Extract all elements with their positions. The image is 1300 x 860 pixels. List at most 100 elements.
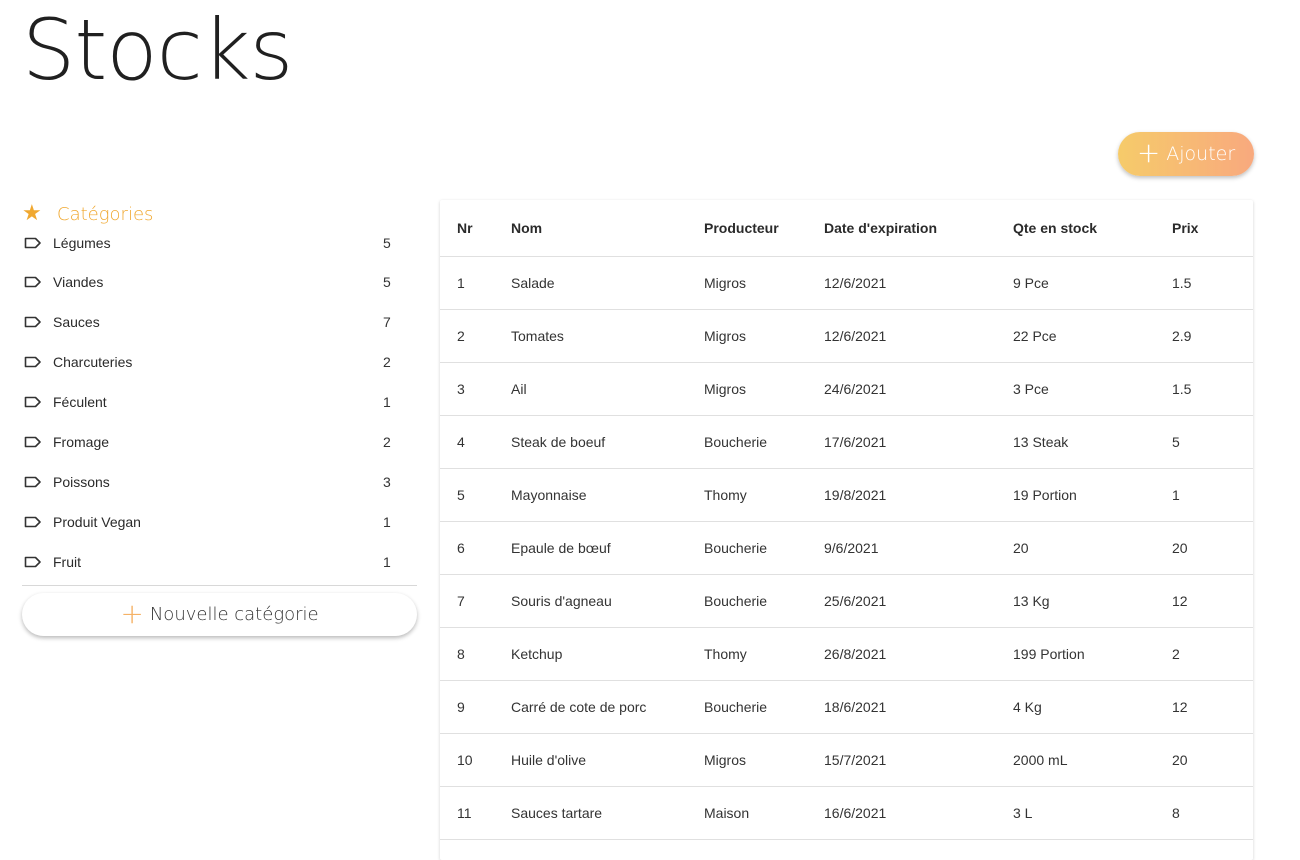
cell-producteur: Boucherie [704,521,824,575]
cell-qte-stock: 2000 mL [1013,733,1172,787]
table-row[interactable]: 10 Huile d'olive Migros 15/7/2021 2000 mL 20 [440,733,1253,787]
column-header-nom[interactable]: Nom [511,200,704,257]
label-tag-icon [24,316,41,328]
table-row[interactable]: 3 Ail Migros 24/6/2021 3 Pce 1.5 [440,362,1253,416]
cell-date-expiration: 17/6/2021 [824,415,1013,469]
category-label: Fruit [53,554,81,570]
cell-nr: 11 [440,786,511,840]
cell-prix: 8 [1172,786,1253,840]
category-item[interactable]: Fromage 2 [22,422,417,462]
category-count: 1 [383,554,391,570]
category-count: 5 [383,235,391,251]
category-list: Légumes 5 Viandes 5 Sauces 7 Charcuteries 2 Fécu… [22,224,417,582]
table-row[interactable]: 5 Mayonnaise Thomy 19/8/2021 19 Portion 1 [440,468,1253,522]
table-row[interactable]: 4 Steak de boeuf Boucherie 17/6/2021 13 Stea… [440,415,1253,469]
cell-prix: 12 [1172,574,1253,628]
cell-nr: 8 [440,627,511,681]
cell-prix: 1.5 [1172,256,1253,310]
divider [22,585,417,586]
column-header-producteur[interactable]: Producteur [704,200,824,257]
cell-nr: 7 [440,574,511,628]
cell-producteur: Boucherie [704,680,824,734]
table-row[interactable]: 8 Ketchup Thomy 26/8/2021 199 Portion 2 [440,627,1253,681]
cell-producteur: Thomy [704,627,824,681]
cell-nom: Souris d'agneau [511,574,704,628]
table-row[interactable]: 6 Epaule de bœuf Boucherie 9/6/2021 20 20 [440,521,1253,575]
cell-producteur: Maison [704,786,824,840]
cell-date-expiration: 9/6/2021 [824,521,1013,575]
category-item[interactable]: Charcuteries 2 [22,342,417,382]
category-label: Légumes [53,235,111,251]
cell-prix: 2.9 [1172,309,1253,363]
category-item[interactable]: Légumes 5 [22,224,417,262]
cell-producteur: Boucherie [704,574,824,628]
category-label: Poissons [53,474,110,490]
cell-nom: Ail [511,362,704,416]
category-count: 7 [383,314,391,330]
cell-producteur: Boucherie [704,415,824,469]
cell-nom: Mayonnaise [511,468,704,522]
table-body: 1 Salade Migros 12/6/2021 9 Pce 1.5 2 Tomates Mi… [440,256,1253,840]
category-count: 2 [383,434,391,450]
category-item[interactable]: Poissons 3 [22,462,417,502]
plus-icon: + [1136,136,1161,169]
cell-date-expiration: 16/6/2021 [824,786,1013,840]
cell-qte-stock: 199 Portion [1013,627,1172,681]
cell-nom: Salade [511,256,704,310]
page-title: Stocks [22,1,293,99]
label-tag-icon [24,237,41,249]
table-row[interactable]: 1 Salade Migros 12/6/2021 9 Pce 1.5 [440,256,1253,310]
new-category-label: Nouvelle catégorie [149,604,319,625]
add-button[interactable]: + Ajouter [1118,132,1254,176]
new-category-button[interactable]: + Nouvelle catégorie [22,593,417,636]
table-row[interactable]: 11 Sauces tartare Maison 16/6/2021 3 L8 [440,786,1253,840]
column-header-qte-stock[interactable]: Qte en stock [1013,200,1172,257]
cell-producteur: Migros [704,733,824,787]
category-item[interactable]: Féculent 1 [22,382,417,422]
category-count: 1 [383,514,391,530]
category-item[interactable]: Produit Vegan 1 [22,502,417,542]
category-label: Féculent [53,394,107,410]
cell-qte-stock: 20 [1013,521,1172,575]
cell-prix: 1.5 [1172,362,1253,416]
label-tag-icon [24,396,41,408]
cell-date-expiration: 12/6/2021 [824,256,1013,310]
cell-nr: 2 [440,309,511,363]
label-tag-icon [24,516,41,528]
stock-table-card: Nr Nom Producteur Date d'expiration Qte en s… [440,200,1253,860]
cell-prix: 20 [1172,733,1253,787]
cell-date-expiration: 18/6/2021 [824,680,1013,734]
category-label: Fromage [53,434,110,450]
category-item[interactable]: Sauces 7 [22,302,417,342]
label-tag-icon [24,476,41,488]
cell-nr: 1 [440,256,511,310]
category-item[interactable]: Fruit 1 [22,542,417,582]
cell-qte-stock: 19 Portion [1013,468,1172,522]
label-tag-icon [24,276,41,288]
cell-date-expiration: 25/6/2021 [824,574,1013,628]
cell-nr: 3 [440,362,511,416]
category-sidebar: ★ Catégories Légumes 5 Viandes 5 Sauces 7 Char… [22,198,417,636]
cell-qte-stock: 4 Kg [1013,680,1172,734]
label-tag-icon [24,436,41,448]
cell-prix: 5 [1172,415,1253,469]
column-header-date-expiration[interactable]: Date d'expiration [824,200,1013,257]
category-count: 2 [383,354,391,370]
category-label: Produit Vegan [53,514,141,530]
category-count: 3 [383,474,391,490]
category-count: 1 [383,394,391,410]
cell-nr: 9 [440,680,511,734]
cell-nr: 4 [440,415,511,469]
table-row[interactable]: 9 Carré de cote de porc Boucherie 18/6/2021… [440,680,1253,734]
category-count: 5 [383,274,391,290]
cell-nom: Ketchup [511,627,704,681]
category-item[interactable]: Viandes 5 [22,262,417,302]
column-header-prix[interactable]: Prix [1172,200,1253,257]
categories-title: Catégories [57,203,154,225]
table-row[interactable]: 7 Souris d'agneau Boucherie 25/6/2021 13 Kg 1… [440,574,1253,628]
column-header-nr[interactable]: Nr [440,200,511,257]
cell-nr: 5 [440,468,511,522]
table-row[interactable]: 2 Tomates Migros 12/6/2021 22 Pce 2.9 [440,309,1253,363]
cell-prix: 2 [1172,627,1253,681]
cell-nom: Epaule de bœuf [511,521,704,575]
